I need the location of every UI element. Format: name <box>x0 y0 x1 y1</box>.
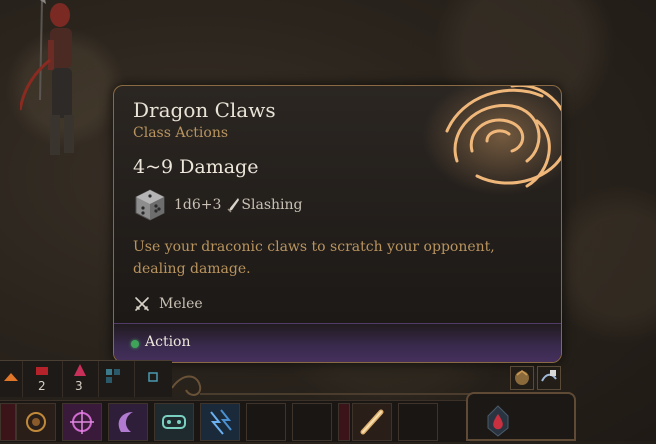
spell-category: Class Actions <box>133 125 229 141</box>
spell-slot-counter[interactable]: 2 <box>22 361 63 397</box>
hotbar-ornament <box>172 375 512 396</box>
d6-dice-icon <box>135 189 165 221</box>
spell-slot-count: 2 <box>38 379 46 393</box>
claw-rune-icon <box>422 86 561 196</box>
damage-roll-row: 1d6+3 Slashing <box>134 188 303 222</box>
dice-roll: 1d6+3 <box>174 197 222 213</box>
square-gem-icon <box>148 372 158 382</box>
scroll-icon[interactable] <box>352 403 392 441</box>
range-row: Melee <box>134 296 203 312</box>
range-label: Melee <box>159 296 203 312</box>
resource-cell[interactable] <box>98 361 135 397</box>
rune-grid-icon <box>106 369 120 383</box>
beast-portrait-icon[interactable] <box>510 366 534 390</box>
character-panel <box>466 392 576 441</box>
sun-emblem-icon[interactable] <box>16 403 56 441</box>
action-dot-icon <box>131 340 139 348</box>
resource-cell[interactable] <box>134 361 172 397</box>
ki-point-counter[interactable]: 3 <box>62 361 99 397</box>
blood-drop-icon[interactable] <box>478 402 518 440</box>
spell-slot-icon <box>36 367 48 375</box>
hotbar-slot[interactable] <box>246 403 286 441</box>
character-sprite[interactable] <box>20 0 90 160</box>
lightning-claw-icon[interactable] <box>200 403 240 441</box>
hotbar-slot[interactable] <box>338 403 350 441</box>
mask-icon[interactable] <box>154 403 194 441</box>
damage-type: Slashing <box>241 197 303 213</box>
action-type: Action <box>145 334 191 350</box>
spell-description: Use your draconic claws to scratch your … <box>133 239 495 277</box>
damage-total: 4~9 Damage <box>133 156 259 178</box>
hotbar-slot[interactable] <box>292 403 332 441</box>
compass-burst-icon[interactable] <box>62 403 102 441</box>
crossed-swords-icon <box>135 297 149 311</box>
hotbar-slot[interactable] <box>398 403 438 441</box>
movement-cell[interactable] <box>0 361 23 397</box>
action-footer: Action <box>114 323 561 362</box>
crescent-claw-icon[interactable] <box>108 403 148 441</box>
hotbar-slot[interactable] <box>0 403 16 441</box>
resource-bar: 2 3 <box>0 360 172 397</box>
ki-point-count: 3 <box>75 379 83 393</box>
spell-title: Dragon Claws <box>133 98 276 122</box>
slashing-blade-icon <box>227 198 240 213</box>
arrow-up-icon <box>4 373 18 381</box>
action-toggle-icon[interactable] <box>537 366 561 390</box>
ki-point-icon <box>74 364 86 376</box>
spell-tooltip: Dragon Claws Class Actions 4~9 Damage 1d… <box>113 85 562 363</box>
